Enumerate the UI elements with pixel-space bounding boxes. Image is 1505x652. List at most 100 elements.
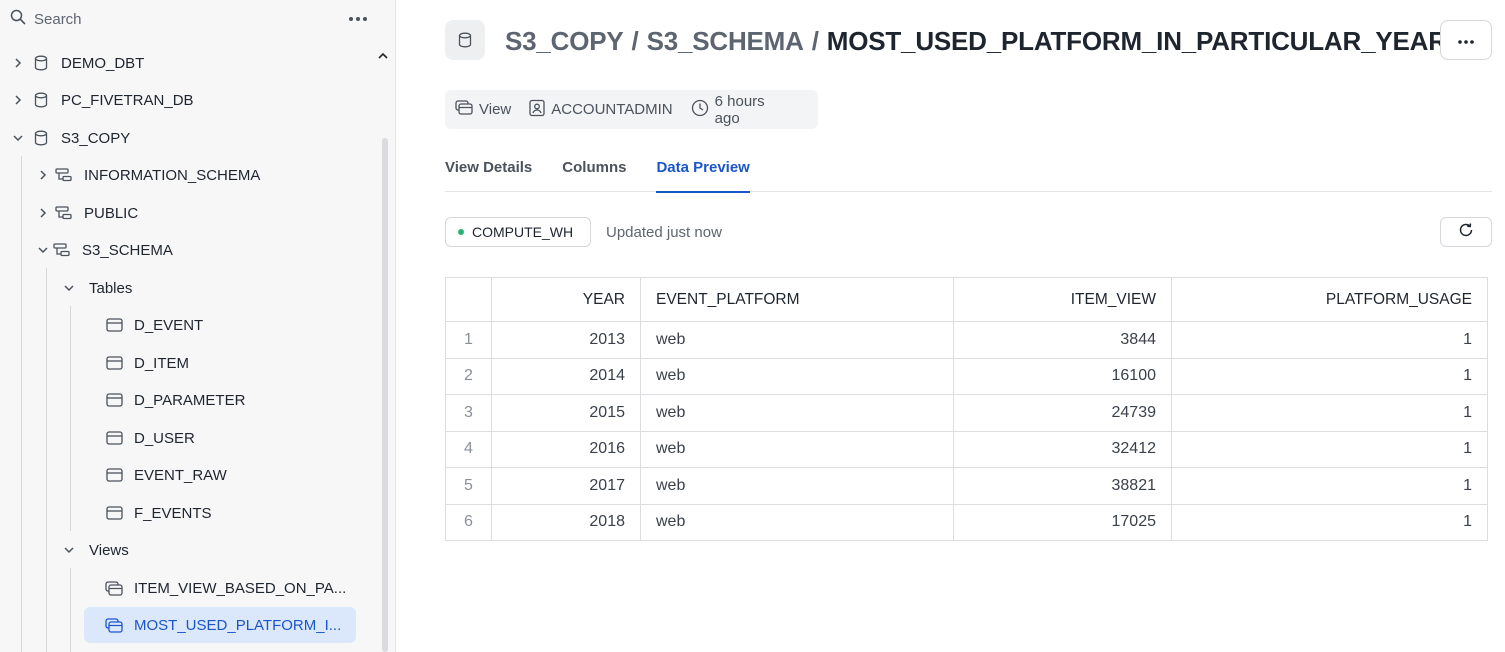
sidebar-scrollbar[interactable]	[382, 138, 388, 652]
cell-platform-usage[interactable]: 1	[1171, 430, 1488, 468]
cell-platform-usage[interactable]: 1	[1171, 467, 1488, 505]
cell-year[interactable]: 2017	[491, 467, 641, 505]
cell-event-platform[interactable]: web	[640, 321, 954, 359]
chevron-right-icon[interactable]	[37, 169, 49, 181]
row-number: 2	[445, 357, 492, 395]
cell-item-view[interactable]: 3844	[953, 321, 1172, 359]
table-row: 5 2017 web 38821 1	[445, 467, 1488, 505]
chevron-right-icon[interactable]	[12, 94, 24, 106]
warehouse-selector[interactable]: COMPUTE_WH	[445, 217, 591, 247]
cell-event-platform[interactable]: web	[640, 430, 954, 468]
breadcrumb-database[interactable]: S3_COPY	[505, 26, 624, 57]
cell-event-platform[interactable]: web	[640, 357, 954, 395]
column-header[interactable]: ITEM_VIEW	[953, 277, 1172, 322]
tree-item-label: PC_FIVETRAN_DB	[61, 91, 194, 109]
cell-platform-usage[interactable]: 1	[1171, 321, 1488, 359]
cell-year[interactable]: 2014	[491, 357, 641, 395]
cell-platform-usage[interactable]: 1	[1171, 394, 1488, 432]
search-icon	[10, 9, 26, 30]
row-number: 6	[445, 503, 492, 541]
tree-item-s3-schema[interactable]: S3_SCHEMA	[37, 232, 173, 268]
database-icon	[445, 20, 485, 60]
table-row: 3 2015 web 24739 1	[445, 394, 1488, 432]
tab-columns[interactable]: Columns	[562, 150, 626, 192]
cell-event-platform[interactable]: web	[640, 394, 954, 432]
tree-item-label: EVENT_RAW	[134, 466, 227, 484]
tree-item-table[interactable]: D_PARAMETER	[105, 382, 245, 418]
search-box[interactable]: Search	[10, 8, 370, 30]
tree-item-table[interactable]: D_ITEM	[105, 345, 189, 381]
table-icon	[105, 504, 123, 522]
cell-year[interactable]: 2015	[491, 394, 641, 432]
breadcrumb-separator: /	[631, 25, 639, 56]
cell-platform-usage[interactable]: 1	[1171, 357, 1488, 395]
cell-item-view[interactable]: 16100	[953, 357, 1172, 395]
tree-group-tables[interactable]: Tables	[63, 270, 132, 306]
cell-item-view[interactable]: 24739	[953, 394, 1172, 432]
object-type: View	[455, 100, 511, 119]
tree-item-view-selected[interactable]: MOST_USED_PLATFORM_I...	[84, 607, 356, 643]
tree-item-pc-fivetran-db[interactable]: PC_FIVETRAN_DB	[12, 82, 194, 118]
scroll-up-icon[interactable]	[377, 48, 391, 62]
cell-year[interactable]: 2018	[491, 503, 641, 541]
tree-item-table[interactable]: D_EVENT	[105, 307, 203, 343]
cell-event-platform[interactable]: web	[640, 503, 954, 541]
status-dot	[458, 229, 464, 235]
chevron-down-icon[interactable]	[37, 244, 49, 256]
tree-guide	[70, 306, 71, 531]
table-row: 1 2013 web 3844 1	[445, 321, 1488, 359]
cell-item-view[interactable]: 38821	[953, 467, 1172, 505]
tree-item-table[interactable]: EVENT_RAW	[105, 457, 227, 493]
chevron-down-icon[interactable]	[12, 132, 24, 144]
tree-item-label: DEMO_DBT	[61, 54, 145, 72]
column-header[interactable]: PLATFORM_USAGE	[1171, 277, 1488, 322]
table-header-row: YEAR EVENT_PLATFORM ITEM_VIEW PLATFORM_U…	[445, 277, 1488, 322]
cell-item-view[interactable]: 32412	[953, 430, 1172, 468]
object-detail-panel: S3_COPY / S3_SCHEMA / MOST_USED_PLATFORM…	[397, 0, 1505, 652]
cell-platform-usage[interactable]: 1	[1171, 503, 1488, 541]
tab-data-preview[interactable]: Data Preview	[656, 150, 751, 193]
cell-year[interactable]: 2013	[491, 321, 641, 359]
more-options-icon[interactable]	[346, 8, 370, 30]
tree-item-public[interactable]: PUBLIC	[37, 195, 138, 231]
view-icon	[455, 100, 473, 119]
page-title: S3_COPY / S3_SCHEMA / MOST_USED_PLATFORM…	[505, 24, 1447, 58]
search-placeholder: Search	[34, 10, 82, 28]
tab-view-details[interactable]: View Details	[445, 150, 532, 192]
schema-icon	[53, 241, 71, 259]
table-row: 2 2014 web 16100 1	[445, 357, 1488, 395]
schema-icon	[55, 166, 73, 184]
row-number: 4	[445, 430, 492, 468]
chevron-down-icon[interactable]	[63, 282, 75, 294]
chevron-down-icon[interactable]	[63, 544, 75, 556]
chevron-right-icon[interactable]	[37, 207, 49, 219]
cell-year[interactable]: 2016	[491, 430, 641, 468]
tree-item-table[interactable]: F_EVENTS	[105, 495, 212, 531]
database-icon	[32, 91, 50, 109]
view-icon	[105, 579, 123, 597]
tree-item-s3-copy[interactable]: S3_COPY	[12, 120, 130, 156]
table-icon	[105, 316, 123, 334]
breadcrumb-separator: /	[811, 25, 819, 56]
cell-event-platform[interactable]: web	[640, 467, 954, 505]
tree-item-demo-dbt[interactable]: DEMO_DBT	[12, 45, 144, 81]
column-header[interactable]: YEAR	[491, 277, 641, 322]
chevron-right-icon[interactable]	[12, 57, 24, 69]
cell-item-view[interactable]: 17025	[953, 503, 1172, 541]
tree-item-view[interactable]: ITEM_VIEW_BASED_ON_PA...	[105, 570, 346, 606]
tree-group-views[interactable]: Views	[63, 532, 129, 568]
more-options-icon	[1458, 31, 1474, 49]
tree-guide	[21, 156, 22, 652]
column-header[interactable]: EVENT_PLATFORM	[640, 277, 954, 322]
breadcrumb-schema[interactable]: S3_SCHEMA	[647, 26, 804, 57]
object-meta-bar: View ACCOUNTADMIN 6 hours ago	[445, 90, 818, 129]
object-modified: 6 hours ago	[691, 93, 790, 127]
tree-item-table[interactable]: D_USER	[105, 420, 195, 456]
row-number: 1	[445, 321, 492, 359]
refresh-button[interactable]	[1440, 217, 1492, 247]
tree-item-information-schema[interactable]: INFORMATION_SCHEMA	[37, 157, 260, 193]
more-actions-button[interactable]	[1440, 20, 1492, 60]
row-number-header	[445, 277, 492, 322]
tree-item-label: D_PARAMETER	[134, 391, 246, 409]
object-type-label: View	[479, 101, 512, 118]
